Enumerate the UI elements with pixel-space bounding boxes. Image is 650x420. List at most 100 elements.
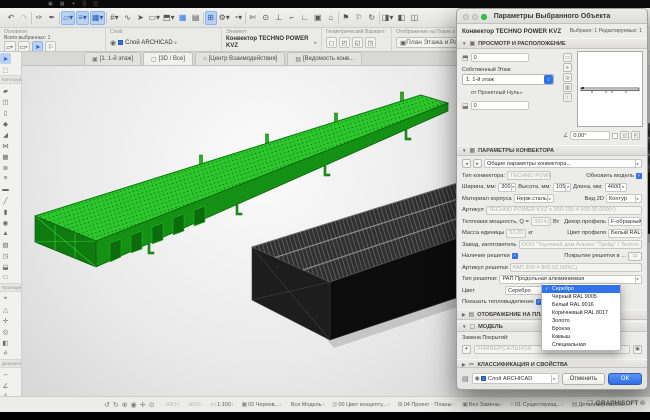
zone-tool[interactable]: ▧	[0, 239, 11, 250]
flag-on-icon[interactable]: ⚑	[340, 11, 352, 25]
opening-tool[interactable]: ⬓	[0, 261, 11, 272]
status-pen-set-2[interactable]: ▣ 02 Чернов... ›	[241, 401, 281, 408]
grille-checkbox[interactable]: ✓	[512, 253, 518, 259]
mirror-x-button[interactable]: ◱	[620, 131, 629, 140]
update-model-checkbox[interactable]: ✓	[636, 173, 642, 179]
undo-icon[interactable]: ↶	[5, 11, 17, 25]
chevron-right-icon[interactable]: ▸	[314, 40, 317, 46]
status-renovation-filter[interactable]: ⌂ 01 Существующ... ›	[510, 401, 563, 408]
disclosure-triangle-icon[interactable]: ▶	[462, 312, 465, 318]
zoom-tool-icon[interactable]: ⊙	[260, 11, 272, 25]
popup-arrows-icon[interactable]: ↕	[544, 75, 553, 84]
cancel-button[interactable]: Отменить	[562, 373, 605, 385]
eye-icon[interactable]: ◉	[110, 39, 116, 47]
fillet-icon[interactable]: ∟	[299, 11, 311, 25]
roof-tool[interactable]: ◢	[0, 129, 11, 140]
redo-icon[interactable]: ↷	[18, 11, 30, 25]
column-tool[interactable]: ▮	[0, 206, 11, 217]
railing-tool[interactable]: ≡	[0, 173, 11, 184]
settings-icon[interactable]: ⚙▾	[218, 11, 231, 25]
toolbox-section-views[interactable]: Проекция	[0, 283, 22, 292]
chevron-right-icon[interactable]: ▸	[175, 40, 178, 46]
layer-default-button[interactable]: ▦▾	[90, 11, 106, 25]
cursor-icon[interactable]: ➤	[134, 11, 146, 25]
walk-icon[interactable]: ✛	[140, 401, 146, 409]
look-to-icon[interactable]: ◉	[131, 401, 137, 409]
tab-interaction-center[interactable]: ⌂ [Центр Взаимодействия]	[195, 52, 285, 65]
favorite-combo[interactable]: ▱▸	[4, 41, 16, 52]
snap-grid-toggle[interactable]: ⊞	[205, 11, 217, 25]
beam-tool[interactable]: ╱	[0, 195, 11, 206]
separator[interactable]	[245, 12, 246, 24]
color-option-silver[interactable]: ✓ Серебро	[542, 285, 620, 293]
split-icon[interactable]: ✄	[247, 11, 259, 25]
window-tool[interactable]: ▯	[0, 107, 11, 118]
geometry-variant-1[interactable]: ◻	[326, 37, 337, 48]
zoom-icon[interactable]: ⊕	[122, 401, 128, 409]
preview-info-icon[interactable]: ⓘ	[563, 93, 572, 102]
paint-bucket-icon[interactable]: ▾	[462, 345, 471, 354]
view2d-field[interactable]: Контур▸	[606, 194, 642, 203]
distribute-icon[interactable]: ◫	[408, 11, 420, 25]
tab-floor-plan[interactable]: ▣ [1. 1-й этаж]	[84, 52, 141, 65]
elevation-tool[interactable]: △	[0, 304, 11, 315]
mirror-icon[interactable]: ◨▾	[381, 11, 395, 25]
wall-end-tool[interactable]: □	[0, 272, 11, 283]
separator[interactable]	[203, 12, 204, 24]
separator[interactable]	[59, 12, 60, 24]
magnify-icon[interactable]: ⊙	[149, 401, 155, 409]
mesh-tool[interactable]: ▲	[0, 228, 11, 239]
3d-document-tool[interactable]: ◎	[0, 326, 11, 337]
grid-display-icon[interactable]: ▤	[190, 11, 202, 25]
worksheet-tool[interactable]: #	[0, 348, 11, 359]
type-field[interactable]: TECHNO POWER	[507, 171, 551, 180]
disclosure-triangle-icon[interactable]: ▼	[462, 148, 466, 153]
lamp-tool[interactable]: ◉	[0, 217, 11, 228]
next-page-button[interactable]: ▸	[473, 159, 482, 168]
status-scale[interactable]: ▭ 1:100 ›	[210, 401, 233, 408]
tab-schedule[interactable]: ▤ [Ведомость конв...	[287, 52, 362, 65]
morph-tool[interactable]: ◳	[0, 250, 11, 261]
preview-axo-icon[interactable]: ▥	[563, 83, 572, 92]
dialog-titlebar[interactable]: Параметры Выбранного Объекта	[457, 9, 647, 24]
disclosure-triangle-icon[interactable]: ▼	[462, 324, 466, 329]
plane-options-icon[interactable]: ⬒▾	[162, 11, 176, 25]
top-offset-field[interactable]: 0	[471, 53, 529, 62]
separator[interactable]	[379, 12, 380, 24]
toolbox-section-design[interactable]: Конструирование	[0, 75, 22, 84]
status-pen-set[interactable]: НИЗ ›	[164, 401, 179, 408]
geometry-variant-3[interactable]: ◱	[352, 37, 363, 48]
ok-button[interactable]: ОК	[608, 373, 642, 385]
mirror-y-button[interactable]: ◰	[631, 131, 640, 140]
object-preview-pane[interactable]	[577, 51, 643, 127]
status-layer-combination[interactable]: НИЗ ›	[187, 401, 202, 408]
preview-plan-icon[interactable]: ▭	[563, 53, 572, 62]
bottom-offset-field[interactable]: 0	[471, 101, 529, 110]
minimize-icon[interactable]	[472, 14, 478, 20]
status-graphic-override[interactable]: ◎ 00 Цвет концепту... ›	[332, 401, 389, 408]
geometry-variant-2[interactable]: ◰	[339, 37, 350, 48]
angle-dimension-tool[interactable]: ∠	[0, 380, 11, 391]
window-icon[interactable]: ❐	[587, 399, 593, 407]
preview-section-icon[interactable]: ≡	[563, 63, 572, 72]
slab-tool[interactable]: ▬	[0, 184, 11, 195]
color-option-special[interactable]: Специальная	[542, 341, 620, 349]
layer-combo[interactable]: ◉ Слой ARCHICAD▸	[472, 373, 559, 384]
color-option-gold[interactable]: Золото	[542, 317, 620, 325]
color-option-reed[interactable]: Камыш	[542, 333, 620, 341]
orbit-icon[interactable]: ↺	[104, 401, 110, 409]
arrow-mode-button[interactable]: ➤	[32, 41, 43, 52]
inject-parameters-icon[interactable]: ✒	[46, 11, 58, 25]
length-field[interactable]: 4600▸	[605, 183, 627, 192]
mirror-checkbox[interactable]	[612, 133, 618, 139]
object-tool[interactable]: ◆	[0, 118, 11, 129]
separator[interactable]	[106, 12, 107, 24]
close-icon[interactable]	[463, 14, 469, 20]
material-field[interactable]: Нерж.сталь▸	[514, 194, 554, 203]
flag-off-icon[interactable]: ⚐	[353, 11, 365, 25]
dimension-tool[interactable]: ↔	[0, 369, 11, 380]
preview-3d-icon[interactable]: ◎	[563, 73, 572, 82]
height-field[interactable]: 105▸	[553, 183, 571, 192]
element-default-button[interactable]: ≡▾	[76, 11, 89, 25]
geometry-variant-4[interactable]: ◳	[365, 37, 376, 48]
